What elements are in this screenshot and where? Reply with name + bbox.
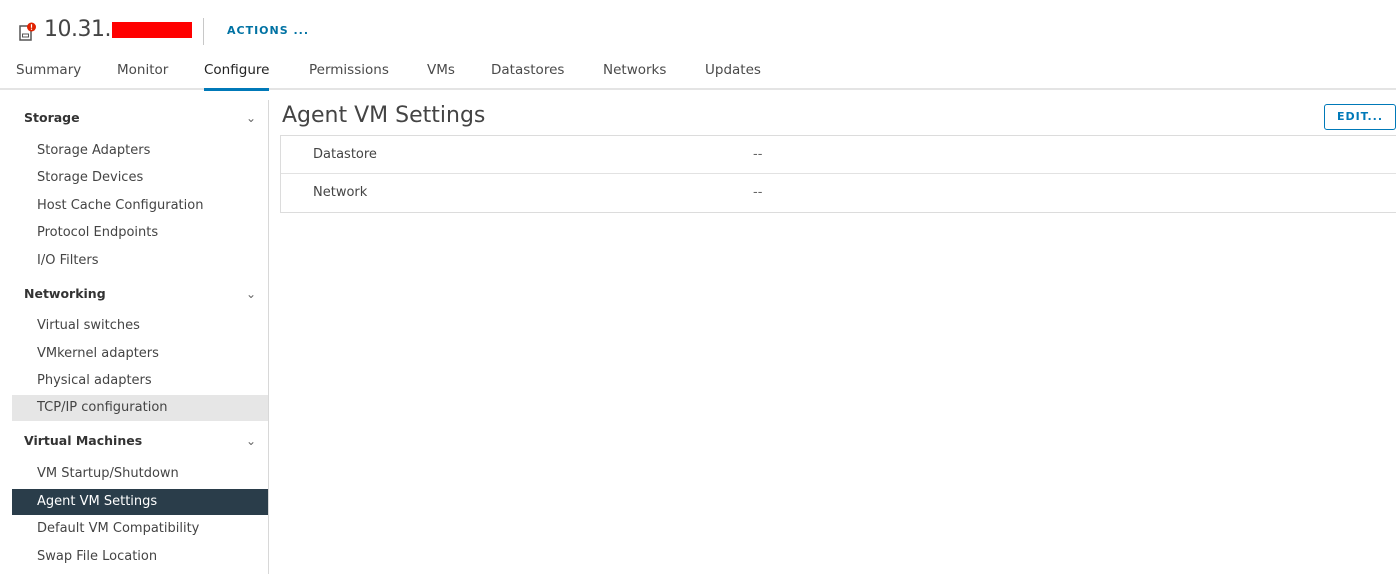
- host-title: 10.31.: [44, 17, 192, 42]
- redaction-mark: [111, 22, 192, 38]
- tab-configure[interactable]: Configure: [204, 62, 270, 91]
- page-title: Agent VM Settings: [282, 103, 486, 128]
- tab-bar: Summary Monitor Configure Permissions VM…: [0, 58, 1396, 91]
- tab-datastores[interactable]: Datastores: [491, 62, 564, 88]
- tab-updates[interactable]: Updates: [705, 62, 761, 88]
- header: 10.31. ACTIONS ... Summary Monitor Confi…: [0, 0, 1396, 91]
- tab-networks[interactable]: Networks: [603, 62, 666, 88]
- sidebar-item-protocol-endpoints[interactable]: Protocol Endpoints: [12, 220, 268, 246]
- table-row: Datastore --: [281, 136, 1396, 174]
- sidebar-item-storage-adapters[interactable]: Storage Adapters: [12, 138, 268, 164]
- header-divider: [203, 18, 204, 45]
- section-title: Networking: [24, 286, 106, 301]
- sidebar-item-vm-startup-shutdown[interactable]: VM Startup/Shutdown: [12, 461, 268, 487]
- section-title: Storage: [24, 110, 80, 125]
- section-title: Virtual Machines: [24, 433, 143, 448]
- settings-table: Datastore -- Network --: [280, 135, 1396, 213]
- config-sidebar: Storage ⌄ Storage Adapters Storage Devic…: [12, 100, 269, 574]
- edit-button[interactable]: EDIT...: [1324, 104, 1396, 130]
- sidebar-item-storage-devices[interactable]: Storage Devices: [12, 165, 268, 191]
- tab-monitor[interactable]: Monitor: [117, 62, 168, 88]
- section-storage[interactable]: Storage ⌄: [12, 102, 268, 134]
- host-alert-icon: [18, 22, 38, 42]
- row-value: --: [753, 147, 763, 162]
- tab-vms[interactable]: VMs: [427, 62, 455, 88]
- sidebar-item-default-vm-compatibility[interactable]: Default VM Compatibility: [12, 516, 268, 542]
- sidebar-item-physical-adapters[interactable]: Physical adapters: [12, 368, 268, 394]
- row-label: Network: [313, 185, 368, 200]
- sidebar-item-agent-vm-settings[interactable]: Agent VM Settings: [12, 489, 268, 515]
- table-row: Network --: [281, 174, 1396, 212]
- sidebar-item-tcpip-configuration[interactable]: TCP/IP configuration: [12, 395, 268, 421]
- row-value: --: [753, 185, 763, 200]
- chevron-down-icon: ⌄: [245, 287, 256, 301]
- sidebar-item-host-cache-configuration[interactable]: Host Cache Configuration: [12, 193, 268, 219]
- row-label: Datastore: [313, 147, 377, 162]
- sidebar-item-swap-file-location[interactable]: Swap File Location: [12, 544, 268, 570]
- tab-summary[interactable]: Summary: [16, 62, 81, 88]
- chevron-down-icon: ⌄: [245, 434, 256, 448]
- host-name: 10.31.: [44, 17, 111, 42]
- tab-permissions[interactable]: Permissions: [309, 62, 389, 88]
- actions-menu-button[interactable]: ACTIONS ...: [227, 24, 309, 37]
- sidebar-item-io-filters[interactable]: I/O Filters: [12, 248, 268, 274]
- sidebar-item-virtual-switches[interactable]: Virtual switches: [12, 313, 268, 339]
- chevron-down-icon: ⌄: [245, 111, 256, 125]
- sidebar-item-vmkernel-adapters[interactable]: VMkernel adapters: [12, 341, 268, 367]
- section-virtual-machines[interactable]: Virtual Machines ⌄: [12, 425, 268, 457]
- section-networking[interactable]: Networking ⌄: [12, 278, 268, 310]
